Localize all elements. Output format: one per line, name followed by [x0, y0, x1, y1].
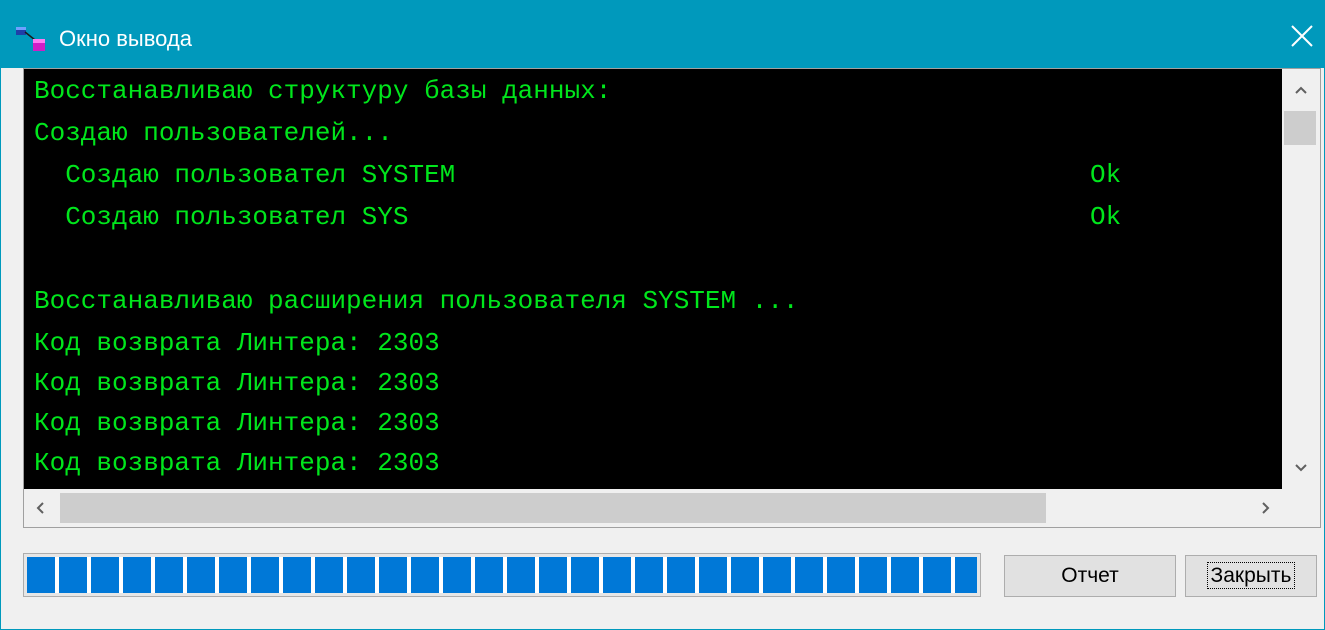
window-title: Окно вывода — [59, 26, 192, 51]
scrollbar-corner — [1282, 489, 1320, 527]
console-text-area[interactable]: Восстанавливаю структуру базы данных: Со… — [24, 69, 1282, 489]
progress-bar-fill — [27, 557, 977, 593]
close-window-button[interactable] — [1278, 12, 1325, 60]
console-line-text: Код возврата Линтера: 2303 — [34, 408, 440, 438]
vertical-scroll-thumb[interactable] — [1284, 111, 1316, 145]
output-console[interactable]: Восстанавливаю структуру базы данных: Со… — [23, 68, 1321, 528]
console-line-text: Создаю пользовател SYS — [34, 202, 409, 232]
console-line-status: Ok — [1090, 202, 1122, 232]
console-line: Создаю пользовател SYSTEM Ok — [34, 157, 1274, 193]
console-line: Восстанавливаю расширения пользователя S… — [34, 283, 1274, 319]
console-line: Создаю пользователей... — [34, 115, 1274, 151]
chevron-left-icon — [36, 502, 44, 514]
report-button[interactable]: Отчет — [1004, 555, 1176, 597]
scroll-right-button[interactable] — [1248, 489, 1282, 527]
console-line-text: Код возврата Линтера: 2303 — [34, 328, 440, 358]
console-line-text: Восстанавливаю структуру базы данных: — [34, 76, 612, 106]
console-line: Создаю пользовател SYS Ok — [34, 199, 1274, 235]
close-button-label: Закрыть — [1206, 562, 1296, 589]
console-line-text: Создаю пользователей... — [34, 118, 393, 148]
progress-bar — [23, 553, 981, 597]
chevron-right-icon — [1262, 502, 1270, 514]
console-line: Код возврата Линтера: 2303 — [34, 445, 1274, 481]
chevron-up-icon — [1295, 86, 1307, 94]
output-window: Окно вывода Восстанавливаю структуру баз… — [0, 0, 1325, 630]
scroll-down-button[interactable] — [1282, 453, 1320, 483]
console-line: Восстанавливаю структуру базы данных: — [34, 73, 1274, 109]
console-line-text: Код возврата Линтера: 2303 — [34, 368, 440, 398]
scroll-up-button[interactable] — [1282, 75, 1320, 105]
console-line: Код возврата Линтера: 2303 — [34, 405, 1274, 441]
horizontal-scrollbar[interactable] — [24, 489, 1282, 527]
console-line-text: Создаю пользовател SYSTEM — [34, 160, 456, 190]
vertical-scrollbar[interactable] — [1282, 69, 1320, 489]
close-button[interactable]: Закрыть — [1185, 555, 1317, 597]
console-line-text: Восстанавливаю расширения пользователя S… — [34, 286, 799, 316]
scroll-left-button[interactable] — [24, 489, 58, 527]
database-app-icon — [16, 27, 45, 51]
horizontal-scroll-thumb[interactable] — [60, 493, 1046, 523]
chevron-down-icon — [1295, 464, 1307, 472]
title-bar[interactable]: Окно вывода — [1, 0, 1325, 68]
report-button-label: Отчет — [1061, 564, 1119, 587]
console-line: Код возврата Линтера: 2303 — [34, 365, 1274, 401]
console-line-status: Ok — [1090, 160, 1122, 190]
console-line: Код возврата Линтера: 2303 — [34, 325, 1274, 361]
close-icon — [1291, 25, 1313, 47]
console-line-text: Код возврата Линтера: 2303 — [34, 448, 440, 478]
